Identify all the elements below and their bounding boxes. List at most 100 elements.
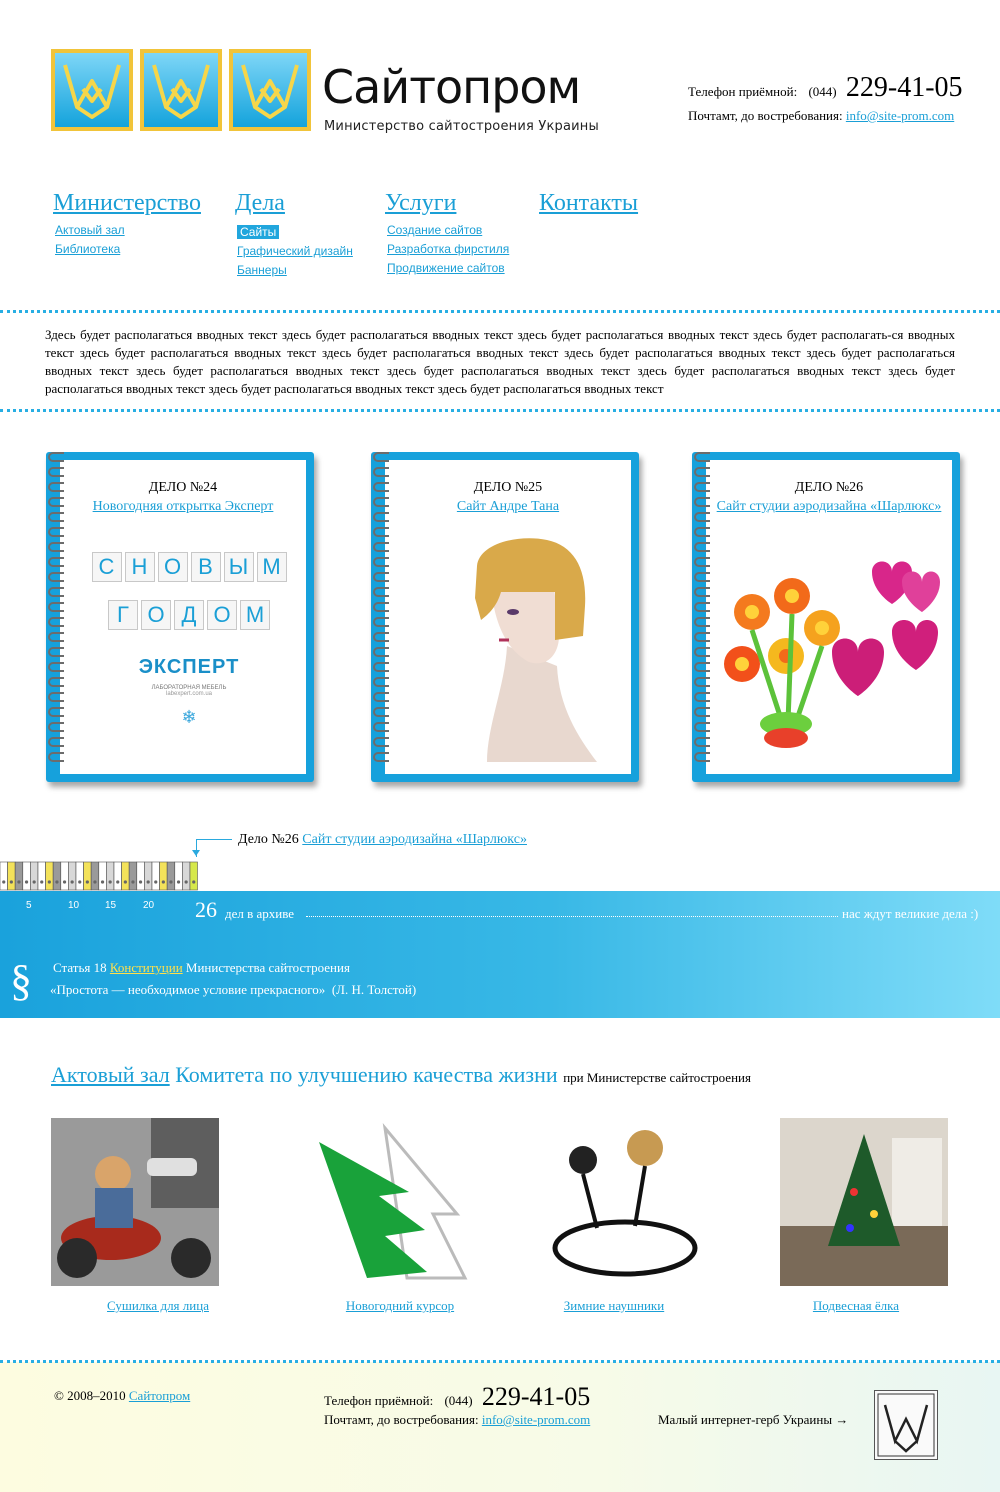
- nav-title-services[interactable]: Услуги: [385, 190, 509, 217]
- constitution-link[interactable]: Конституции: [110, 960, 183, 975]
- archive-pointer: Дело №26 Сайт студии аэродизайна «Шарлюк…: [238, 832, 527, 848]
- case-card-24[interactable]: ДЕЛО №24 Новогодняя открытка Эксперт С Н…: [46, 452, 314, 782]
- mail-link[interactable]: info@site-prom.com: [482, 1412, 590, 1427]
- site-title[interactable]: Сайтопром: [322, 64, 581, 110]
- case-card-26[interactable]: ДЕЛО №26 Сайт студии аэродизайна «Шарлюк…: [692, 452, 960, 782]
- archive-pointer-line: [196, 839, 232, 857]
- archive-pointer-prefix: Дело №26: [238, 832, 299, 847]
- gallery-image-xmas-cursor[interactable]: [315, 1118, 483, 1286]
- archive-binder[interactable]: [136, 861, 145, 891]
- archive-binder[interactable]: [128, 861, 137, 891]
- quote-text: «Простота — необходимое условие прекрасн…: [50, 982, 326, 997]
- letter-tile: О: [157, 552, 188, 582]
- w-tile-icon: [51, 49, 133, 131]
- mail-link[interactable]: info@site-prom.com: [846, 108, 954, 123]
- archive-tick: 20: [143, 900, 155, 911]
- archive-binder[interactable]: [37, 861, 46, 891]
- gallery-image-earphones[interactable]: [543, 1118, 711, 1286]
- archive-binder[interactable]: [45, 861, 54, 891]
- letter-tile: Г: [108, 600, 138, 630]
- binder-ring-hole: [154, 880, 158, 884]
- nav-item-site-creation[interactable]: Создание сайтов: [387, 223, 509, 237]
- archive-binder[interactable]: [22, 861, 31, 891]
- binder-ring-hole: [192, 880, 196, 884]
- archive-binder[interactable]: [0, 861, 8, 891]
- nav-title-contacts[interactable]: Контакты: [539, 190, 638, 217]
- arrow-down-icon: [192, 850, 200, 856]
- binder-ring-hole: [62, 880, 67, 884]
- archive-count-label: дел в архиве: [225, 906, 295, 921]
- binder-ring-hole: [17, 880, 21, 884]
- hall-link[interactable]: Актовый зал: [51, 1062, 170, 1087]
- nav-item-assembly-hall[interactable]: Актовый зал: [55, 223, 201, 237]
- gallery-image-face-dryer[interactable]: [51, 1118, 219, 1286]
- divider: [0, 409, 1000, 412]
- binder-ring-hole: [70, 880, 74, 884]
- gallery-caption[interactable]: Сушилка для лица: [51, 1298, 265, 1314]
- binder-ring-hole: [47, 880, 51, 884]
- archive-binder[interactable]: [106, 861, 115, 891]
- case-number: ДЕЛО №25: [473, 480, 543, 495]
- archive-binder[interactable]: [7, 861, 16, 891]
- archive-binder[interactable]: [144, 861, 153, 891]
- gallery-caption[interactable]: Новогодний курсор: [300, 1298, 500, 1314]
- copyright-link[interactable]: Сайтопром: [129, 1388, 190, 1403]
- archive-binder[interactable]: [60, 861, 69, 891]
- archive-binder[interactable]: [14, 861, 23, 891]
- logo-tiles[interactable]: [51, 49, 311, 131]
- archive-binder[interactable]: [159, 861, 168, 891]
- nav-item-sites[interactable]: Сайты: [237, 225, 280, 239]
- nav-item-banners[interactable]: Баннеры: [237, 263, 353, 277]
- case-image-hair-model: [475, 538, 597, 762]
- phone-label: Телефон приёмной:: [324, 1393, 434, 1408]
- archive-binder[interactable]: [75, 861, 84, 891]
- archive-binder[interactable]: [113, 861, 122, 891]
- nav-item-graphic-design[interactable]: Графический дизайн: [237, 244, 353, 258]
- archive-binder[interactable]: [90, 861, 99, 891]
- case-image-balloons: [724, 561, 940, 748]
- gallery-image-hanging-tree[interactable]: [780, 1118, 948, 1286]
- archive-binder[interactable]: [151, 861, 160, 891]
- archive-binders[interactable]: [0, 860, 215, 892]
- letter-tile: О: [141, 600, 171, 630]
- gerb-icon[interactable]: [874, 1390, 938, 1460]
- archive-binder[interactable]: [174, 861, 183, 891]
- snowflake-icon: ❄: [181, 707, 197, 727]
- nav-title-cases[interactable]: Дела: [235, 190, 353, 217]
- gallery-caption[interactable]: Подвесная ёлка: [780, 1298, 932, 1314]
- archive-binder[interactable]: [68, 861, 77, 891]
- archive-pointer-link[interactable]: Сайт студии аэродизайна «Шарлюкс»: [302, 832, 527, 847]
- nav-item-promotion[interactable]: Продвижение сайтов: [387, 261, 509, 275]
- archive-binder[interactable]: [121, 861, 130, 891]
- archive-binder[interactable]: [189, 861, 198, 891]
- binder-ring-hole: [32, 880, 36, 884]
- gerb-label: Малый интернет-герб Украины →: [658, 1412, 849, 1427]
- mail-label: Почтамт, до востребования:: [324, 1412, 479, 1427]
- archive-binder[interactable]: [83, 861, 92, 891]
- letter-tile: Д: [174, 600, 204, 630]
- binder-ring-hole: [131, 880, 135, 884]
- archive-binder[interactable]: [30, 861, 39, 891]
- nav-title-ministry[interactable]: Министерство: [53, 190, 201, 217]
- nav-ministry: Министерство Актовый зал Библиотека: [53, 190, 201, 261]
- case-link[interactable]: Новогодняя открытка Эксперт: [60, 499, 306, 515]
- hall-subtitle: при Министерстве сайтостроения: [563, 1070, 751, 1085]
- site-subtitle: Министерство сайтостроения Украины: [324, 119, 599, 134]
- case-link[interactable]: Сайт студии аэродизайна «Шарлюкс»: [706, 499, 952, 515]
- nav-item-library[interactable]: Библиотека: [55, 242, 201, 256]
- archive-binder[interactable]: [182, 861, 191, 891]
- binder-ring-hole: [169, 880, 173, 884]
- binder-ring-hole: [100, 880, 105, 884]
- case-link[interactable]: Сайт Андре Тана: [385, 499, 631, 515]
- nav-contacts: Контакты: [539, 190, 638, 223]
- archive-binder[interactable]: [52, 861, 62, 891]
- case-card-25[interactable]: ДЕЛО №25 Сайт Андре Тана: [371, 452, 639, 782]
- nav-cases: Дела Сайты Графический дизайн Баннеры: [235, 190, 353, 282]
- nav-item-branding[interactable]: Разработка фирстиля: [387, 242, 509, 256]
- archive-binder[interactable]: [98, 861, 107, 891]
- intro-text: Здесь будет располагаться вводных текст …: [45, 327, 955, 396]
- letter-tile: М: [240, 600, 270, 630]
- gallery-caption[interactable]: Зимние наушники: [528, 1298, 700, 1314]
- archive-binder[interactable]: [166, 861, 175, 891]
- binder-ring-hole: [24, 880, 29, 884]
